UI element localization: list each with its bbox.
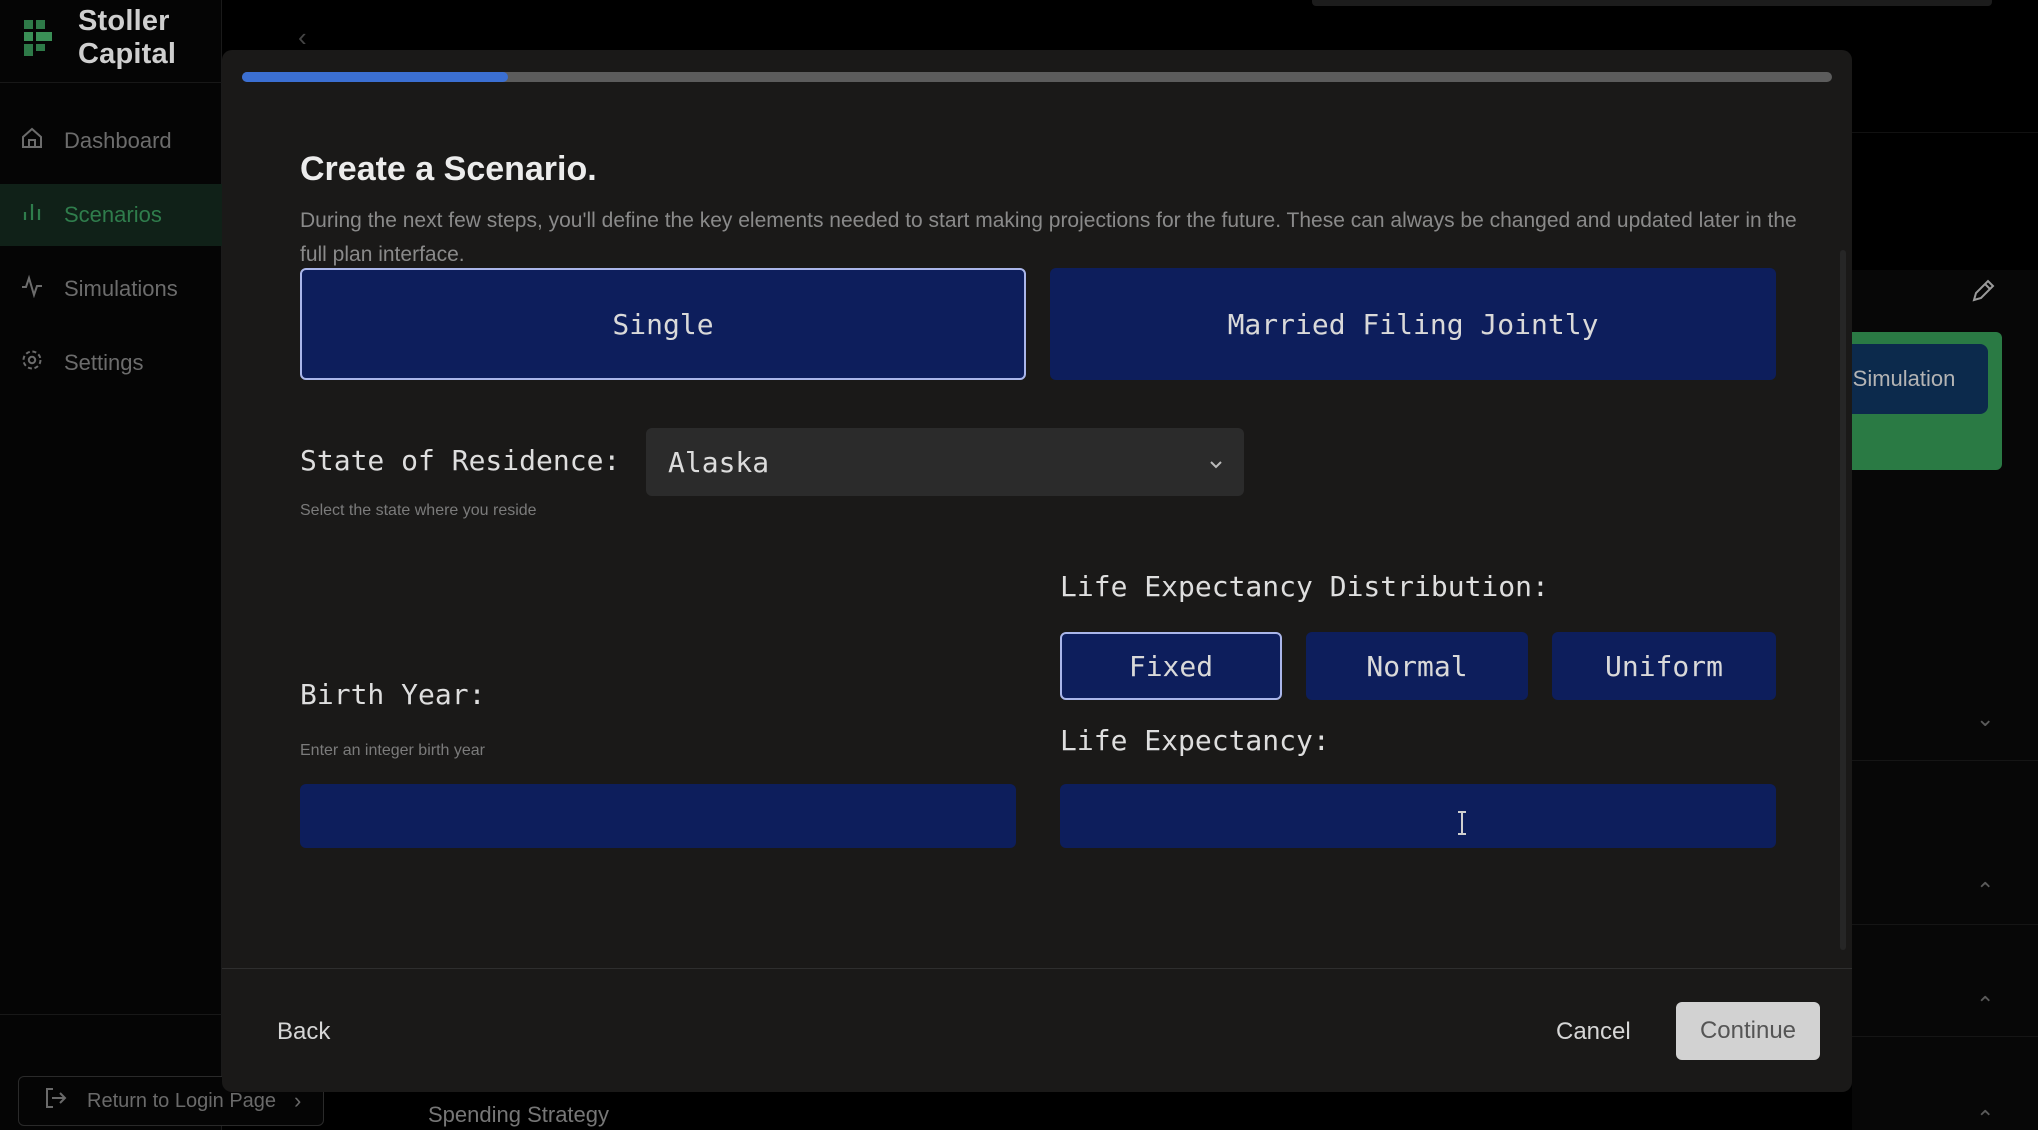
distribution-normal-button[interactable]: Normal xyxy=(1306,632,1528,700)
state-select[interactable]: Alaska xyxy=(646,428,1244,496)
sidebar: Stoller Capital Dashboard Scenarios Simu… xyxy=(0,0,222,1130)
spending-strategy-header[interactable]: Spending Strategy xyxy=(428,1102,609,1128)
birth-year-label: Birth Year: xyxy=(300,678,486,711)
sidebar-nav: Dashboard Scenarios Simulations Settings xyxy=(0,110,222,406)
back-button[interactable]: Back xyxy=(277,1018,330,1046)
cancel-button[interactable]: Cancel xyxy=(1556,1018,1631,1046)
activity-icon xyxy=(20,274,44,304)
bar-chart-icon xyxy=(20,200,44,230)
divider xyxy=(222,968,1852,969)
life-expectancy-label: Life Expectancy: xyxy=(1060,724,1330,757)
progress-bar xyxy=(242,72,1832,82)
distribution-uniform-button[interactable]: Uniform xyxy=(1552,632,1776,700)
text-cursor-icon xyxy=(1454,810,1470,836)
sidebar-item-simulations[interactable]: Simulations xyxy=(0,258,222,320)
app-name: Stoller Capital xyxy=(78,5,177,70)
create-scenario-modal: Create a Scenario. During the next few s… xyxy=(222,50,1852,1092)
home-icon xyxy=(20,126,44,156)
filing-status-married-button[interactable]: Married Filing Jointly xyxy=(1050,268,1776,380)
birth-year-input[interactable] xyxy=(300,784,1016,848)
sidebar-item-label: Dashboard xyxy=(64,128,172,153)
sidebar-item-settings[interactable]: Settings xyxy=(0,332,222,394)
chevron-up-icon[interactable]: ⌃ xyxy=(1976,992,1994,1018)
divider xyxy=(1852,760,2038,761)
stoller-logo-icon xyxy=(22,18,56,58)
state-select-value: Alaska xyxy=(668,445,770,479)
sidebar-item-label: Scenarios xyxy=(64,202,162,227)
sidebar-item-dashboard[interactable]: Dashboard xyxy=(0,110,222,172)
sidebar-item-label: Settings xyxy=(64,350,144,375)
divider xyxy=(0,1014,222,1015)
return-to-login-label: Return to Login Page xyxy=(87,1089,277,1112)
life-expectancy-input[interactable] xyxy=(1060,784,1776,848)
chevron-down-icon[interactable]: ⌄ xyxy=(1976,706,1994,732)
gear-icon xyxy=(20,348,44,378)
collapse-sidebar-chevron-icon[interactable]: ‹ xyxy=(298,22,307,53)
chevron-up-icon[interactable]: ⌃ xyxy=(1976,1106,1994,1130)
progress-bar-fill xyxy=(242,72,508,82)
sidebar-item-label: Simulations xyxy=(64,276,178,301)
divider xyxy=(0,82,222,83)
divider xyxy=(1852,1036,2038,1037)
continue-button[interactable]: Continue xyxy=(1676,1002,1820,1060)
chevron-down-icon xyxy=(1204,450,1228,474)
divider xyxy=(1852,924,2038,925)
logout-icon xyxy=(43,1085,69,1117)
life-expectancy-distribution-label: Life Expectancy Distribution: xyxy=(1060,570,1549,603)
chevron-up-icon[interactable]: ⌃ xyxy=(1976,878,1994,904)
modal-description: During the next few steps, you'll define… xyxy=(300,209,1797,266)
filing-status-single-button[interactable]: Single xyxy=(300,268,1026,380)
birth-year-hint: Enter an integer birth year xyxy=(300,742,485,759)
modal-scrollbar[interactable] xyxy=(1840,250,1846,950)
search-bar[interactable] xyxy=(1312,0,1992,6)
distribution-fixed-button[interactable]: Fixed xyxy=(1060,632,1282,700)
modal-title: Create a Scenario. xyxy=(300,150,597,188)
state-hint: Select the state where you reside xyxy=(300,502,537,519)
edit-pencil-icon[interactable] xyxy=(1970,278,1996,304)
sidebar-item-scenarios[interactable]: Scenarios xyxy=(0,184,222,246)
brand: Stoller Capital xyxy=(22,5,221,70)
state-label: State of Residence: xyxy=(300,444,621,477)
